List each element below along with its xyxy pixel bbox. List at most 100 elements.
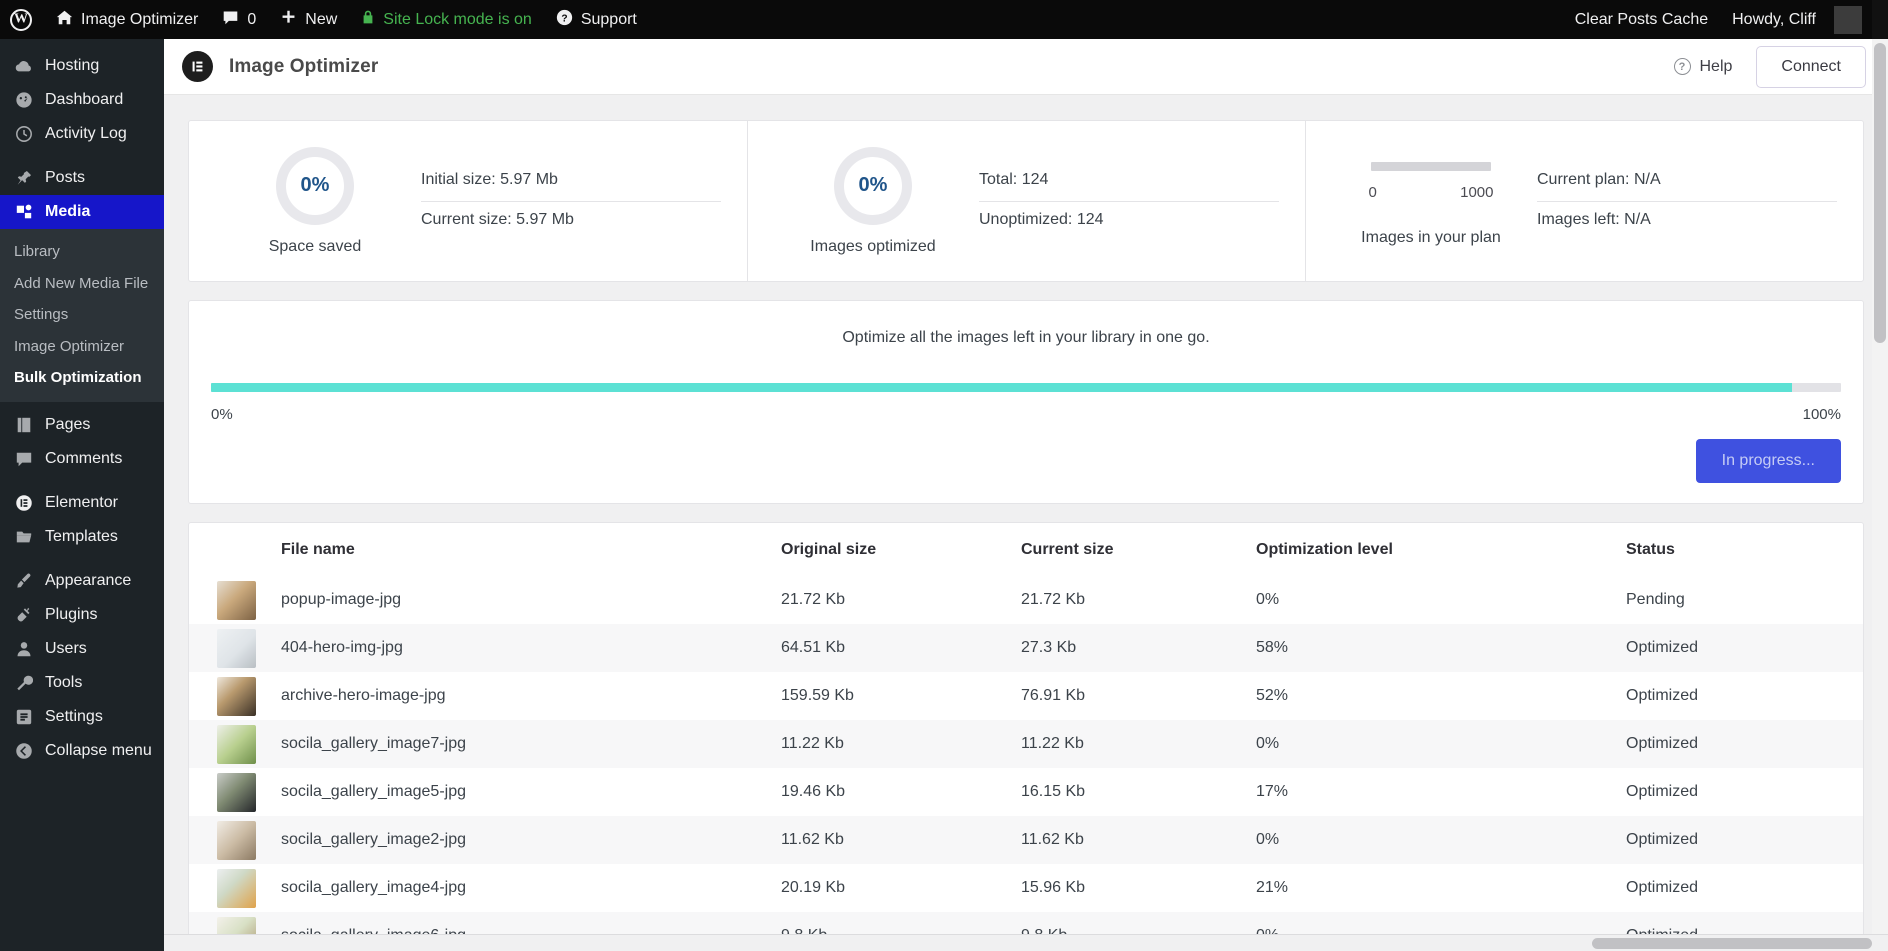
media-icon xyxy=(14,203,34,221)
sidebar-item-activity-log[interactable]: Activity Log xyxy=(0,117,164,151)
cell-optimization-level: 52% xyxy=(1256,672,1626,720)
connect-button[interactable]: Connect xyxy=(1756,46,1866,88)
admin-sidebar-menu: Hosting Dashboard Activity Log Posts Med… xyxy=(0,39,164,951)
th-file-name: File name xyxy=(281,523,781,576)
sidebar-item-media[interactable]: Media xyxy=(0,195,164,229)
table-head: File name Original size Current size Opt… xyxy=(189,523,1863,576)
table-row: socila_gallery_image5-jpg19.46 Kb16.15 K… xyxy=(189,768,1863,816)
cell-original-size: 20.19 Kb xyxy=(781,864,1021,912)
cell-thumbnail xyxy=(189,864,281,912)
th-optimization-level: Optimization level xyxy=(1256,523,1626,576)
cell-current-size: 15.96 Kb xyxy=(1021,864,1256,912)
menu-spacer-3 xyxy=(0,554,164,564)
question-circle-icon: ? xyxy=(556,9,573,31)
sidebar-item-posts[interactable]: Posts xyxy=(0,161,164,195)
sidebar-item-hosting[interactable]: Hosting xyxy=(0,49,164,83)
site-name-menu[interactable]: Image Optimizer xyxy=(44,0,210,39)
sidebar-label: Tools xyxy=(45,674,82,692)
support-menu[interactable]: ? Support xyxy=(544,0,649,39)
space-saved-caption: Space saved xyxy=(269,238,362,256)
stat-space-saved: 0% Space saved Initial size: 5.97 Mb Cur… xyxy=(189,121,747,281)
plan-scale-min: 0 xyxy=(1369,184,1377,201)
bulk-progress-fill xyxy=(211,383,1792,392)
sidebar-label: Settings xyxy=(45,708,103,726)
comment-bubble-icon xyxy=(14,450,34,468)
sidebar-item-templates[interactable]: Templates xyxy=(0,520,164,554)
sidebar-label: Plugins xyxy=(45,606,97,624)
table-row: socila_gallery_image2-jpg11.62 Kb11.62 K… xyxy=(189,816,1863,864)
user-icon xyxy=(14,640,34,658)
optimize-button[interactable]: In progress... xyxy=(1696,439,1841,483)
vertical-scrollbar-thumb[interactable] xyxy=(1874,43,1886,343)
sidebar-item-pages[interactable]: Pages xyxy=(0,408,164,442)
pages-icon xyxy=(14,416,34,434)
table-row: 404-hero-img-jpg64.51 Kb27.3 Kb58%Optimi… xyxy=(189,624,1863,672)
plan-details: Current plan: N/A Images left: N/A xyxy=(1531,162,1837,241)
horizontal-scrollbar-thumb[interactable] xyxy=(1592,938,1872,949)
sidebar-item-image-optimizer[interactable]: Image Optimizer xyxy=(0,331,164,363)
main-content-area: Image Optimizer ? Help Connect 0% Space … xyxy=(164,39,1888,951)
clear-posts-cache-button[interactable]: Clear Posts Cache xyxy=(1565,0,1720,39)
admin-bar-edge xyxy=(1872,0,1888,39)
sidebar-item-bulk-optimization[interactable]: Bulk Optimization xyxy=(0,362,164,394)
plugin-header-actions: ? Help Connect xyxy=(1674,46,1867,88)
plan-gauge-group: 0 1000 Images in your plan xyxy=(1331,156,1531,247)
page-title: Image Optimizer xyxy=(229,56,378,78)
cell-file-name: socila_gallery_image4-jpg xyxy=(281,864,781,912)
sidebar-item-dashboard[interactable]: Dashboard xyxy=(0,83,164,117)
help-button[interactable]: ? Help xyxy=(1674,58,1733,76)
images-optimized-donut: 0% xyxy=(834,147,912,225)
sidebar-item-elementor[interactable]: Elementor xyxy=(0,486,164,520)
site-lock-status[interactable]: Site Lock mode is on xyxy=(349,0,544,39)
content-wrapper: 0% Space saved Initial size: 5.97 Mb Cur… xyxy=(164,95,1888,951)
th-thumbnail xyxy=(189,523,281,576)
sidebar-item-add-new-media-file[interactable]: Add New Media File xyxy=(0,268,164,300)
table-row: archive-hero-image-jpg159.59 Kb76.91 Kb5… xyxy=(189,672,1863,720)
plan-progress-bar xyxy=(1371,162,1491,171)
sidebar-item-comments[interactable]: Comments xyxy=(0,442,164,476)
space-saved-donut: 0% xyxy=(276,147,354,225)
sidebar-label: Collapse menu xyxy=(45,742,152,760)
current-plan-line: Current plan: N/A xyxy=(1537,162,1837,202)
cell-current-size: 16.15 Kb xyxy=(1021,768,1256,816)
wp-logo-menu[interactable] xyxy=(0,0,44,39)
sidebar-item-tools[interactable]: Tools xyxy=(0,666,164,700)
help-label: Help xyxy=(1700,58,1733,76)
folder-icon xyxy=(14,528,34,546)
account-menu[interactable]: Howdy, Cliff xyxy=(1720,0,1872,39)
th-current-size: Current size xyxy=(1021,523,1256,576)
sidebar-item-media-settings[interactable]: Settings xyxy=(0,299,164,331)
avatar xyxy=(1834,6,1862,34)
elementor-icon xyxy=(14,494,34,512)
wrench-icon xyxy=(14,674,34,692)
cell-optimization-level: 0% xyxy=(1256,720,1626,768)
sidebar-item-settings[interactable]: Settings xyxy=(0,700,164,734)
clear-posts-cache-label: Clear Posts Cache xyxy=(1575,11,1708,29)
sidebar-item-library[interactable]: Library xyxy=(0,236,164,268)
image-thumbnail xyxy=(217,773,256,812)
new-content-menu[interactable]: New xyxy=(268,0,349,39)
page-vertical-scrollbar[interactable] xyxy=(1872,39,1888,951)
optimization-table-card: File name Original size Current size Opt… xyxy=(188,522,1864,951)
sidebar-item-appearance[interactable]: Appearance xyxy=(0,564,164,598)
cell-thumbnail xyxy=(189,768,281,816)
menu-spacer-1 xyxy=(0,151,164,161)
cell-status: Optimized xyxy=(1626,816,1863,864)
sidebar-item-plugins[interactable]: Plugins xyxy=(0,598,164,632)
sidebar-item-collapse-menu[interactable]: Collapse menu xyxy=(0,734,164,768)
initial-size-line: Initial size: 5.97 Mb xyxy=(421,162,721,202)
table-body: popup-image-jpg21.72 Kb21.72 Kb0%Pending… xyxy=(189,576,1863,951)
cell-current-size: 21.72 Kb xyxy=(1021,576,1256,624)
cell-optimization-level: 0% xyxy=(1256,576,1626,624)
image-thumbnail xyxy=(217,869,256,908)
bulk-actions: In progress... xyxy=(211,439,1841,483)
sidebar-item-users[interactable]: Users xyxy=(0,632,164,666)
page-horizontal-scrollbar[interactable] xyxy=(164,934,1888,951)
image-thumbnail xyxy=(217,677,256,716)
site-lock-label: Site Lock mode is on xyxy=(383,11,532,29)
home-icon xyxy=(56,9,73,31)
plan-caption: Images in your plan xyxy=(1361,229,1501,247)
cell-file-name: archive-hero-image-jpg xyxy=(281,672,781,720)
cell-optimization-level: 58% xyxy=(1256,624,1626,672)
comments-menu[interactable]: 0 xyxy=(210,0,268,39)
